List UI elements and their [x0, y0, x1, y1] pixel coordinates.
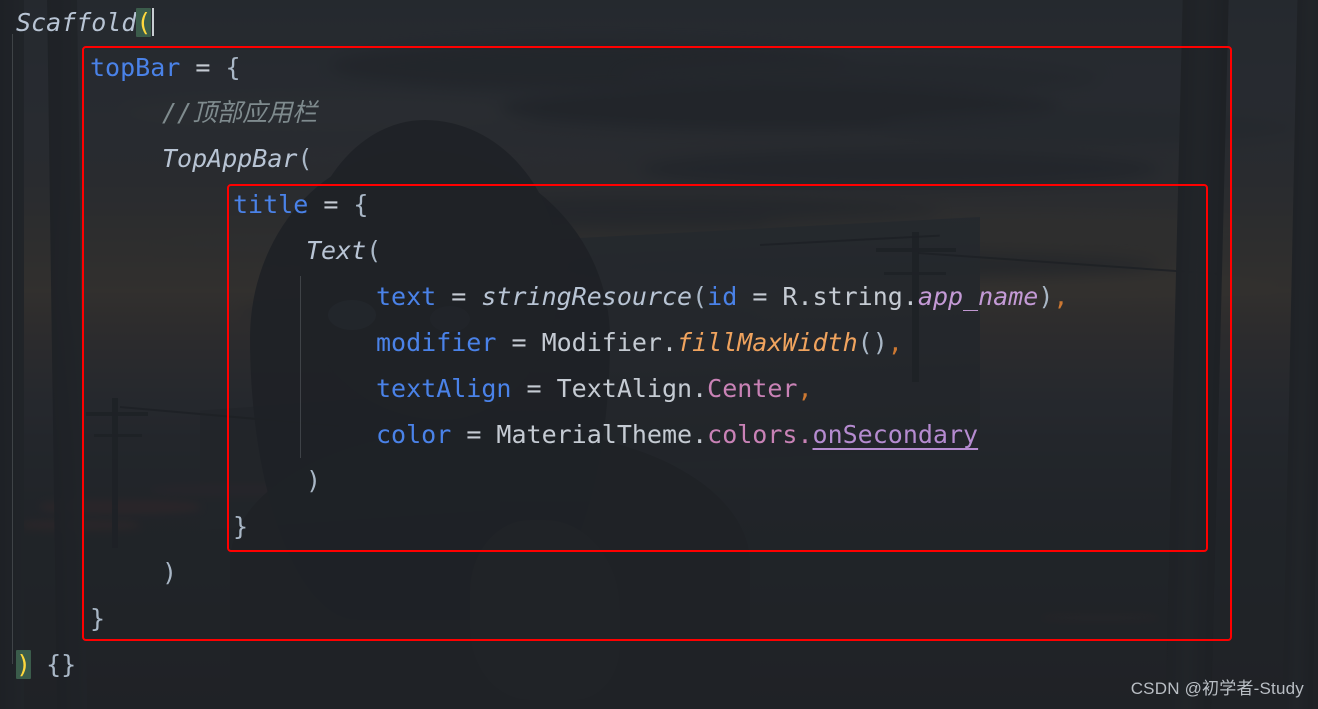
token-center-const: Center — [707, 374, 798, 403]
token-equals: = — [737, 282, 783, 311]
token-close-brace: } — [233, 512, 249, 541]
code-line-1[interactable]: Scaffold( — [16, 0, 155, 46]
code-content[interactable]: Scaffold( topBar = { //顶部应用栏 TopAppBar( … — [0, 0, 1318, 709]
token-id-param: id — [707, 282, 738, 311]
token-empty-lambda: {} — [46, 650, 77, 679]
token-open-brace: { — [353, 190, 369, 219]
token-equals: = — [308, 190, 354, 219]
token-open-paren: ( — [692, 282, 708, 311]
token-comment: //顶部应用栏 — [162, 98, 318, 127]
token-topbar-param: topBar — [90, 53, 181, 82]
token-text-param: text — [376, 282, 437, 311]
token-close-paren: ) — [306, 466, 322, 495]
token-r-string-qualifier: R.string. — [782, 282, 918, 311]
token-open-paren-highlight: ( — [136, 8, 152, 37]
token-open-brace: { — [225, 53, 241, 82]
token-comma: , — [1053, 282, 1069, 311]
token-trailing-lambda-braces — [31, 650, 46, 679]
token-modifier-param: modifier — [376, 328, 497, 357]
token-colors-prop: colors — [707, 420, 798, 449]
text-caret — [152, 8, 155, 36]
token-materialtheme-qualifier: MaterialTheme. — [496, 420, 708, 449]
token-equals: = — [511, 374, 557, 403]
token-textalign-qualifier: TextAlign. — [556, 374, 708, 403]
token-open-paren: ( — [366, 236, 382, 265]
code-line-11[interactable]: ) — [306, 458, 321, 504]
token-modifier-qualifier: Modifier. — [541, 328, 678, 357]
code-line-7[interactable]: text = stringResource(id = R.string.app_… — [376, 274, 1068, 320]
token-scaffold-fn: Scaffold — [16, 8, 137, 37]
code-line-15[interactable]: ) {} — [16, 642, 76, 688]
token-close-paren: ) — [1038, 282, 1054, 311]
token-dot: . — [797, 420, 813, 449]
code-line-14[interactable]: } — [90, 596, 105, 642]
code-line-6[interactable]: Text( — [306, 228, 381, 274]
token-fillmaxwidth-fn: fillMaxWidth — [677, 328, 858, 357]
code-line-13[interactable]: ) — [162, 550, 177, 596]
csdn-watermark: CSDN @初学者-Study — [1130, 679, 1304, 698]
code-line-3[interactable]: //顶部应用栏 — [162, 90, 317, 136]
token-open-paren: ( — [297, 144, 313, 173]
code-editor[interactable]: Scaffold( topBar = { //顶部应用栏 TopAppBar( … — [0, 0, 1318, 709]
token-call-parens: () — [857, 328, 888, 357]
token-onsecondary-link[interactable]: onSecondary — [813, 420, 979, 449]
token-equals: = — [180, 53, 226, 82]
code-line-12[interactable]: } — [233, 504, 248, 550]
token-equals: = — [436, 282, 482, 311]
token-textalign-param: textAlign — [376, 374, 512, 403]
token-title-param: title — [233, 190, 309, 219]
token-stringresource-fn: stringResource — [481, 282, 693, 311]
token-close-paren: ) — [162, 558, 178, 587]
token-close-paren-highlight: ) — [16, 650, 32, 679]
token-close-brace: } — [90, 604, 106, 633]
code-line-5[interactable]: title = { — [233, 182, 368, 228]
code-line-9[interactable]: textAlign = TextAlign.Center, — [376, 366, 813, 412]
token-color-param: color — [376, 420, 452, 449]
code-line-4[interactable]: TopAppBar( — [162, 136, 313, 182]
token-comma: , — [887, 328, 903, 357]
token-comma: , — [797, 374, 813, 403]
code-line-2[interactable]: topBar = { — [90, 45, 241, 91]
token-text-fn: Text — [306, 236, 367, 265]
code-line-8[interactable]: modifier = Modifier.fillMaxWidth(), — [376, 320, 903, 366]
code-line-10[interactable]: color = MaterialTheme.colors.onSecondary — [376, 412, 978, 458]
token-equals: = — [496, 328, 542, 357]
token-equals: = — [451, 420, 497, 449]
token-app-name-prop: app_name — [917, 282, 1039, 311]
token-topappbar-fn: TopAppBar — [162, 144, 298, 173]
